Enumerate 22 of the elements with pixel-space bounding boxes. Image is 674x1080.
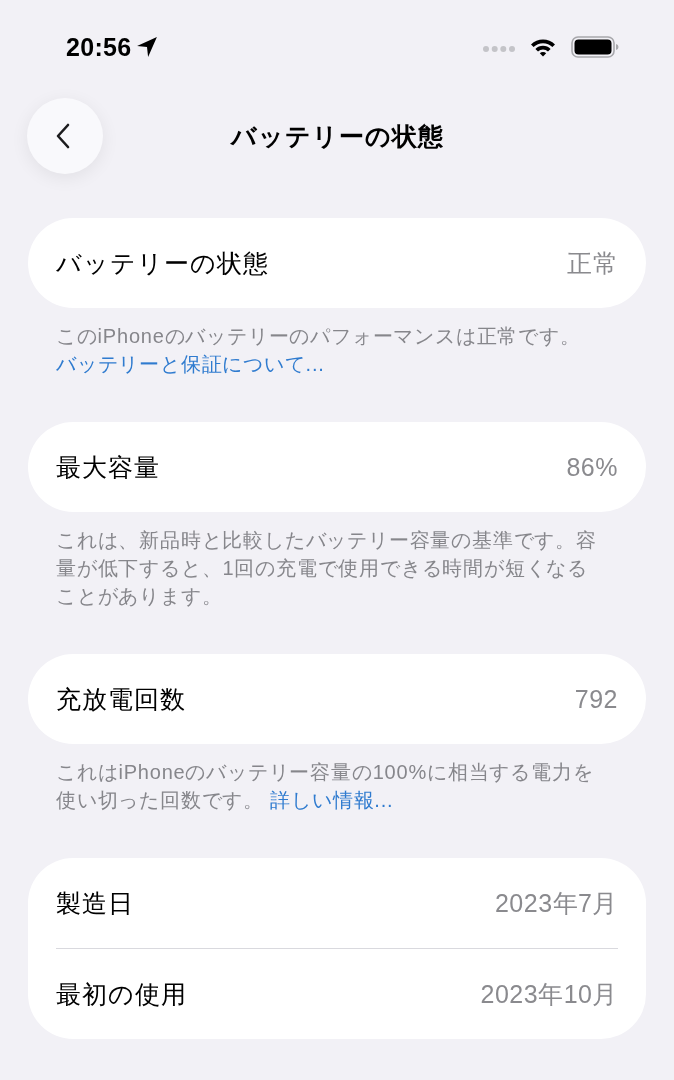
setting-label: 充放電回数 bbox=[56, 683, 186, 715]
footer-text: これはiPhoneのバッテリー容量の100%に相当する電力を使い切った回数です。 詳しい情報... bbox=[55, 760, 595, 813]
footer-link[interactable]: 詳しい情報... bbox=[270, 789, 394, 811]
battery-icon bbox=[571, 36, 619, 58]
setting-value: 86% bbox=[566, 452, 618, 482]
status-time: 20:56 bbox=[66, 32, 132, 62]
footer-text: このiPhoneのバッテリーのパフォーマンスは正常です。 バッテリーと保証について... bbox=[55, 324, 582, 377]
setting-label: 製造日 bbox=[56, 887, 134, 919]
setting-label: 最初の使用 bbox=[56, 978, 187, 1010]
setting-label: バッテリーの状態 bbox=[56, 247, 269, 279]
location-arrow-icon bbox=[136, 36, 159, 58]
setting-value: 2023年10月 bbox=[480, 978, 618, 1010]
setting-value: 正常 bbox=[567, 247, 618, 279]
setting-label: 最大容量 bbox=[56, 451, 160, 483]
setting-value: 2023年7月 bbox=[494, 887, 618, 919]
wifi-icon bbox=[530, 37, 556, 57]
page-title: バッテリーの状態 bbox=[230, 120, 444, 152]
footer-link[interactable]: バッテリーと保証について... bbox=[56, 353, 325, 375]
cellular-signal-icon bbox=[483, 46, 515, 52]
chevron-left-icon bbox=[56, 123, 70, 149]
footer-text: これは、新品時と比較したバッテリー容量の基準です。容量が低下すると、1回の充電で使用できる時間が短くなることがあります。 bbox=[55, 528, 598, 609]
setting-value: 792 bbox=[574, 684, 618, 714]
